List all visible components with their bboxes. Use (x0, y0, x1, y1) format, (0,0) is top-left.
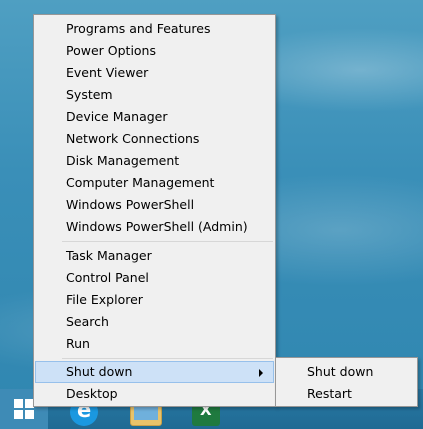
menu-separator (62, 241, 273, 242)
menu-item-shut-down[interactable]: Shut down (35, 361, 274, 383)
menu-item-desktop[interactable]: Desktop (35, 383, 274, 405)
power-user-menu: Programs and Features Power Options Even… (33, 14, 276, 407)
chevron-right-icon (259, 369, 263, 377)
shut-down-submenu: Shut down Restart (275, 357, 418, 407)
submenu-item-restart[interactable]: Restart (277, 383, 416, 405)
menu-item-device-manager[interactable]: Device Manager (35, 106, 274, 128)
menu-item-power-options[interactable]: Power Options (35, 40, 274, 62)
windows-logo-icon (14, 399, 34, 419)
menu-item-control-panel[interactable]: Control Panel (35, 267, 274, 289)
menu-item-computer-management[interactable]: Computer Management (35, 172, 274, 194)
menu-item-event-viewer[interactable]: Event Viewer (35, 62, 274, 84)
menu-separator (62, 358, 273, 359)
menu-item-windows-powershell[interactable]: Windows PowerShell (35, 194, 274, 216)
menu-item-file-explorer[interactable]: File Explorer (35, 289, 274, 311)
menu-item-run[interactable]: Run (35, 333, 274, 355)
menu-item-shut-down-label: Shut down (66, 364, 133, 379)
submenu-item-shut-down[interactable]: Shut down (277, 361, 416, 383)
menu-item-windows-powershell-admin[interactable]: Windows PowerShell (Admin) (35, 216, 274, 238)
menu-item-network-connections[interactable]: Network Connections (35, 128, 274, 150)
menu-item-programs-and-features[interactable]: Programs and Features (35, 18, 274, 40)
menu-item-task-manager[interactable]: Task Manager (35, 245, 274, 267)
menu-item-system[interactable]: System (35, 84, 274, 106)
menu-item-search[interactable]: Search (35, 311, 274, 333)
menu-item-disk-management[interactable]: Disk Management (35, 150, 274, 172)
